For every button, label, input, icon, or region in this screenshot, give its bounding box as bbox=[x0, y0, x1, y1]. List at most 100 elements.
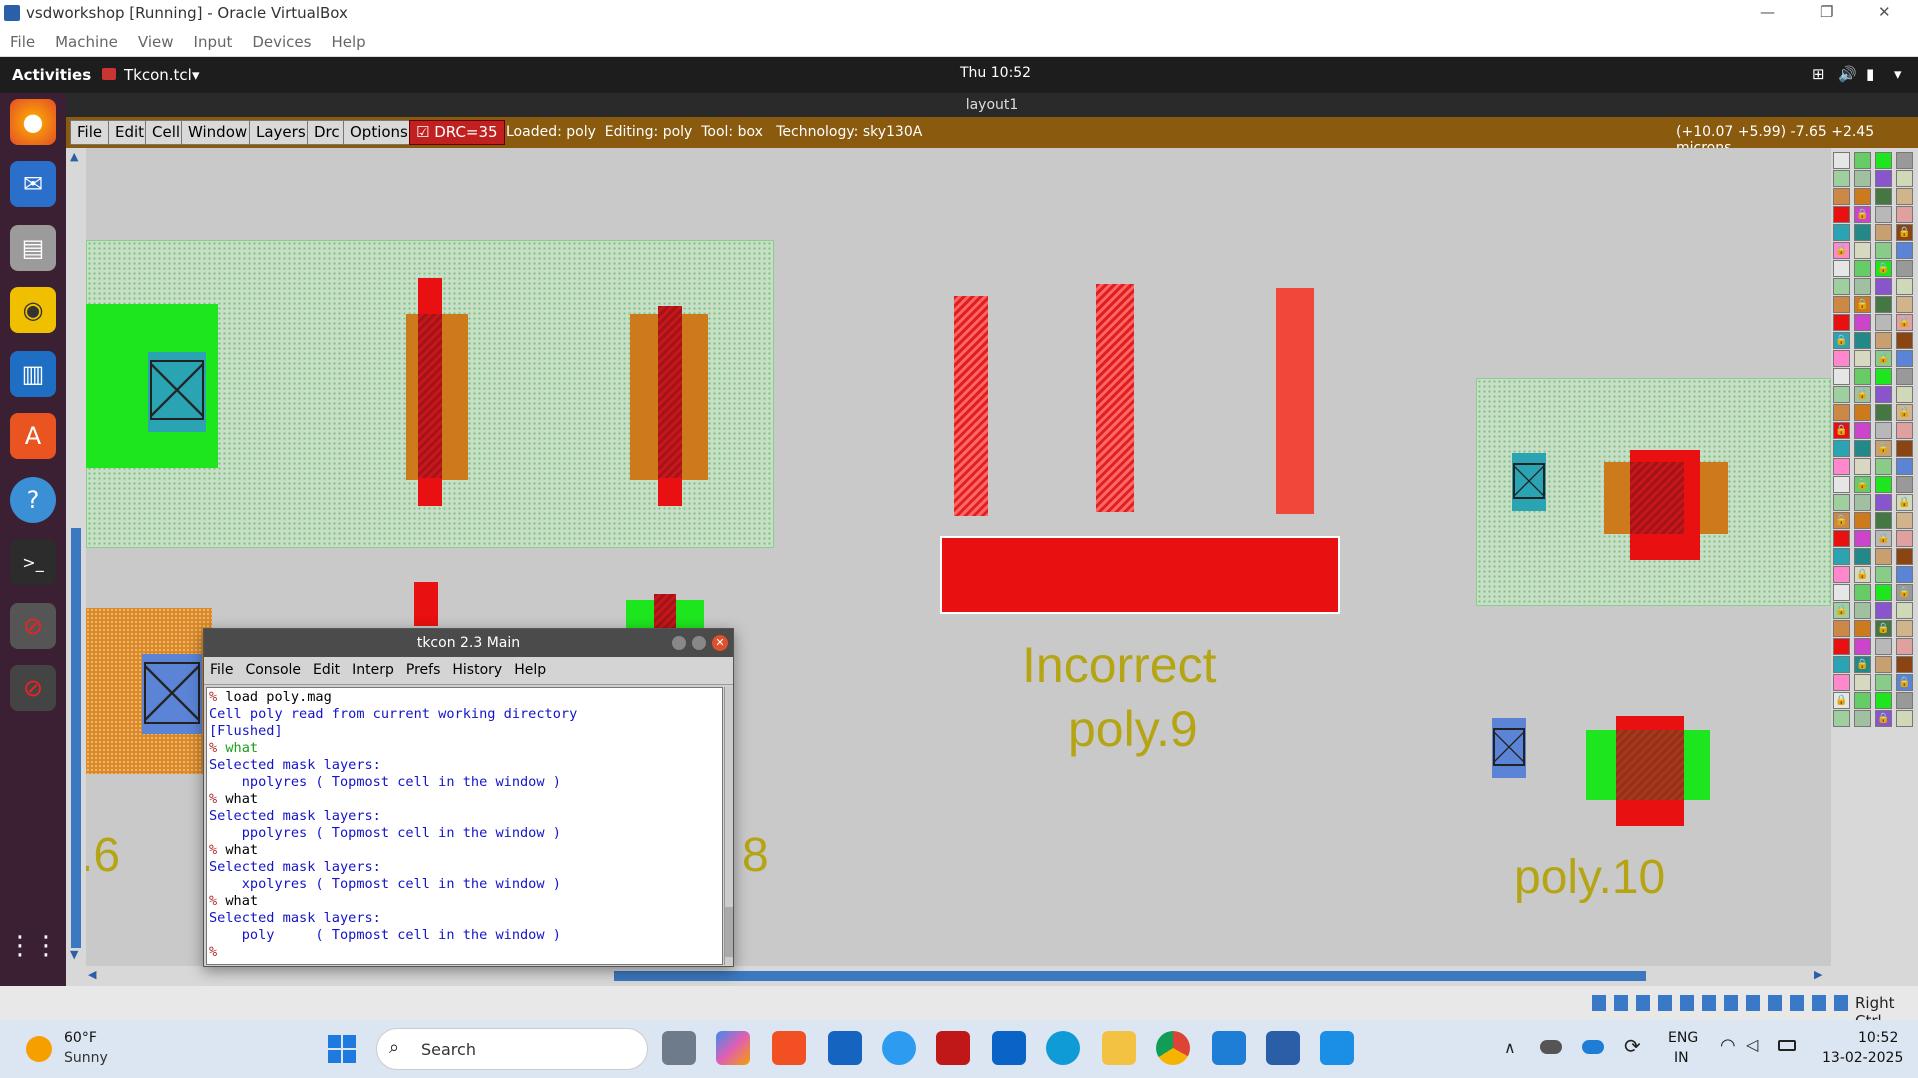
layer-swatch[interactable] bbox=[1896, 692, 1913, 709]
layer-swatch[interactable] bbox=[1854, 692, 1871, 709]
layer-swatch[interactable] bbox=[1896, 566, 1913, 583]
layer-swatch[interactable] bbox=[1896, 386, 1913, 403]
layer-swatch[interactable]: 🔒 bbox=[1833, 422, 1850, 439]
layer-swatch[interactable] bbox=[1875, 548, 1892, 565]
layer-swatch[interactable] bbox=[1896, 530, 1913, 547]
layer-swatch[interactable] bbox=[1875, 242, 1892, 259]
tkcon-menu-edit[interactable]: Edit bbox=[307, 657, 346, 683]
rhythmbox-icon[interactable]: ◉ bbox=[10, 287, 56, 333]
layer-swatch[interactable] bbox=[1875, 512, 1892, 529]
layer-swatch[interactable] bbox=[1854, 638, 1871, 655]
get-help-icon[interactable] bbox=[882, 1031, 916, 1065]
layer-swatch[interactable] bbox=[1854, 422, 1871, 439]
layer-swatch[interactable] bbox=[1896, 332, 1913, 349]
task-view-icon[interactable] bbox=[662, 1031, 696, 1065]
layer-swatch[interactable] bbox=[1854, 584, 1871, 601]
cloud-sync-icon[interactable] bbox=[1582, 1040, 1604, 1054]
layer-swatch[interactable] bbox=[1896, 476, 1913, 493]
layer-swatch[interactable]: 🔒 bbox=[1854, 206, 1871, 223]
layer-swatch[interactable] bbox=[1833, 710, 1850, 727]
layer-swatch[interactable] bbox=[1896, 170, 1913, 187]
files-icon[interactable]: ▤ bbox=[10, 225, 56, 271]
layer-swatch[interactable] bbox=[1833, 386, 1850, 403]
layer-swatch[interactable] bbox=[1896, 242, 1913, 259]
weather-icon[interactable] bbox=[26, 1036, 52, 1062]
layer-swatch[interactable] bbox=[1833, 494, 1850, 511]
magic-app-icon[interactable]: ⊘ bbox=[10, 603, 56, 649]
layer-swatch[interactable] bbox=[1854, 530, 1871, 547]
layer-swatch[interactable] bbox=[1875, 386, 1892, 403]
scroll-down-arrow-icon[interactable]: ▼ bbox=[70, 948, 78, 961]
wifi-icon[interactable]: ◠ bbox=[1720, 1035, 1736, 1056]
start-icon[interactable] bbox=[328, 1035, 356, 1063]
layer-swatch[interactable] bbox=[1875, 278, 1892, 295]
layer-swatch[interactable] bbox=[1854, 440, 1871, 457]
app-menu[interactable]: Tkcon.tcl bbox=[124, 66, 192, 84]
layer-swatch[interactable] bbox=[1854, 548, 1871, 565]
search-box[interactable]: ⌕ Search bbox=[376, 1028, 648, 1070]
minimize-button[interactable]: — bbox=[1760, 3, 1775, 21]
vertical-scrollbar[interactable]: ▲ ▼ bbox=[66, 148, 86, 973]
layer-swatch[interactable] bbox=[1833, 566, 1850, 583]
layer-palette[interactable]: 🔒 🔒 🔒 🔒 🔒 🔒 🔒 🔒 🔒 🔒 🔒 🔒 🔒 🔒 🔒 🔒 🔒 🔒 🔒 🔒 🔒 🔒 🔒 🔒 bbox=[1831, 148, 1918, 986]
outlook-icon[interactable] bbox=[992, 1031, 1026, 1065]
layer-swatch[interactable]: 🔒 bbox=[1854, 476, 1871, 493]
layer-swatch[interactable] bbox=[1833, 296, 1850, 313]
layer-swatch[interactable] bbox=[1833, 314, 1850, 331]
layer-swatch[interactable] bbox=[1896, 296, 1913, 313]
vbox-menu-machine[interactable]: Machine bbox=[45, 28, 128, 56]
layer-swatch[interactable] bbox=[1833, 206, 1850, 223]
clock[interactable]: Thu 10:52 bbox=[960, 65, 1031, 81]
activities-button[interactable]: Activities bbox=[12, 66, 91, 84]
layer-swatch[interactable] bbox=[1854, 512, 1871, 529]
layer-swatch[interactable] bbox=[1833, 404, 1850, 421]
layer-swatch[interactable]: 🔒 bbox=[1875, 350, 1892, 367]
vbox-menu-file[interactable]: File bbox=[0, 28, 45, 56]
layer-swatch[interactable] bbox=[1875, 476, 1892, 493]
layer-swatch[interactable] bbox=[1896, 656, 1913, 673]
layer-swatch[interactable] bbox=[1854, 314, 1871, 331]
weather-desc[interactable]: Sunny bbox=[64, 1050, 108, 1066]
layer-swatch[interactable]: 🔒 bbox=[1833, 242, 1850, 259]
layer-swatch[interactable] bbox=[1896, 512, 1913, 529]
layer-swatch[interactable] bbox=[1833, 440, 1850, 457]
vbox-menu-view[interactable]: View bbox=[128, 28, 184, 56]
drc-count-button[interactable]: ☑ DRC=35 bbox=[409, 120, 505, 145]
edge-icon[interactable] bbox=[1046, 1031, 1080, 1065]
layer-swatch[interactable] bbox=[1875, 494, 1892, 511]
layer-swatch[interactable] bbox=[1875, 656, 1892, 673]
layer-swatch[interactable] bbox=[1854, 350, 1871, 367]
layer-swatch[interactable] bbox=[1854, 368, 1871, 385]
layer-swatch[interactable] bbox=[1833, 152, 1850, 169]
magic-menu-options[interactable]: Options bbox=[343, 120, 415, 145]
help-icon[interactable]: ? bbox=[10, 477, 56, 523]
layer-swatch[interactable]: 🔒 bbox=[1875, 530, 1892, 547]
layer-swatch[interactable] bbox=[1833, 260, 1850, 277]
layer-swatch[interactable] bbox=[1854, 458, 1871, 475]
virtualbox-icon[interactable] bbox=[1266, 1031, 1300, 1065]
tkcon-menu-help[interactable]: Help bbox=[508, 657, 552, 683]
layer-swatch[interactable] bbox=[1875, 332, 1892, 349]
paint-icon[interactable] bbox=[1320, 1031, 1354, 1065]
tkcon-maximize-button[interactable] bbox=[692, 636, 706, 650]
copilot-icon[interactable] bbox=[716, 1031, 750, 1065]
battery-icon[interactable]: ▮ bbox=[1866, 65, 1874, 83]
layer-swatch[interactable] bbox=[1833, 170, 1850, 187]
layer-swatch[interactable]: 🔒 bbox=[1854, 386, 1871, 403]
layer-swatch[interactable] bbox=[1875, 188, 1892, 205]
layer-swatch[interactable]: 🔒 bbox=[1854, 296, 1871, 313]
vbox-menu-devices[interactable]: Devices bbox=[242, 28, 321, 56]
layer-swatch[interactable] bbox=[1854, 278, 1871, 295]
layer-swatch[interactable] bbox=[1854, 620, 1871, 637]
tkcon-menu-prefs[interactable]: Prefs bbox=[400, 657, 446, 683]
layer-swatch[interactable] bbox=[1854, 242, 1871, 259]
layer-swatch[interactable] bbox=[1875, 314, 1892, 331]
network-icon[interactable]: ⊞ bbox=[1812, 65, 1825, 83]
vbox-menu-help[interactable]: Help bbox=[321, 28, 375, 56]
tkcon-scroll-thumb[interactable] bbox=[725, 907, 733, 957]
layer-swatch[interactable] bbox=[1854, 188, 1871, 205]
magic-menu-window[interactable]: Window bbox=[181, 120, 255, 145]
thunderbird-icon[interactable]: ✉ bbox=[10, 161, 56, 207]
layer-swatch[interactable] bbox=[1875, 170, 1892, 187]
firefox-icon[interactable]: ● bbox=[10, 99, 56, 145]
